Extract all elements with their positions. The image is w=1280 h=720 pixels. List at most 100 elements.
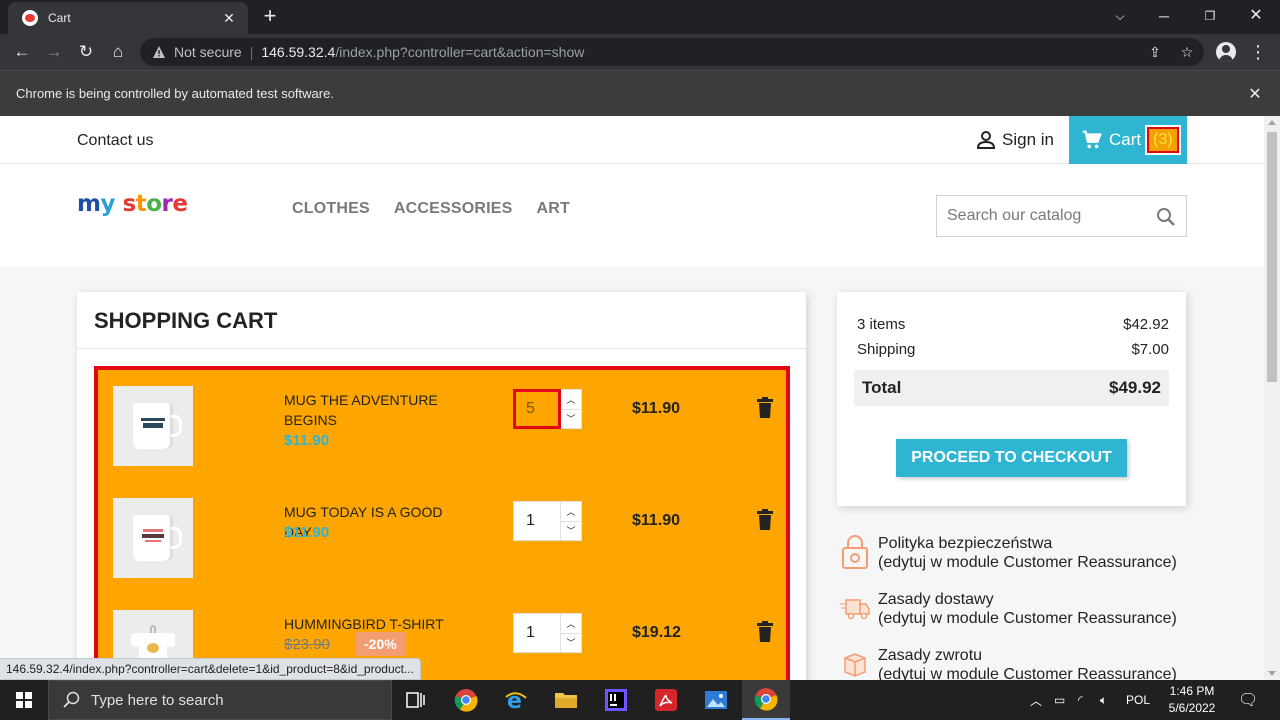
omnibox-divider: |	[249, 44, 254, 60]
clock-date: 5/6/2022	[1168, 701, 1216, 715]
product-image[interactable]	[113, 386, 193, 466]
reassurance-item: Zasady zwrotu (edytuj w module Customer R…	[840, 646, 1200, 680]
taskbar-search-placeholder: Type here to search	[91, 691, 224, 709]
security-label: Not secure	[174, 44, 242, 60]
chevron-up-icon[interactable]: ︿	[561, 614, 581, 634]
page-scrollbar[interactable]	[1264, 116, 1280, 680]
product-name[interactable]: MUG THE ADVENTURE BEGINS	[284, 390, 454, 430]
address-bar[interactable]: Not secure | 146.59.32.4 /index.php?cont…	[140, 38, 1204, 66]
reassurance-sub: (edytuj w module Customer Reassurance)	[878, 610, 1177, 627]
delete-icon[interactable]	[756, 397, 774, 419]
reassurance-sub: (edytuj w module Customer Reassurance)	[878, 554, 1177, 571]
search-input[interactable]	[947, 207, 1147, 225]
quantity-input[interactable]: 1	[513, 501, 561, 541]
infobar-text: Chrome is being controlled by automated …	[16, 86, 334, 101]
volume-icon[interactable]: 🔈︎	[1100, 680, 1107, 720]
share-icon[interactable]: ⇪	[1146, 42, 1164, 62]
cart-items-list: MUG THE ADVENTURE BEGINS $11.90 5 ︿ ﹀ $11…	[94, 366, 790, 680]
minimize-icon[interactable]: ─	[1152, 4, 1176, 28]
bookmark-star-icon[interactable]: ☆	[1178, 42, 1196, 62]
quantity-input[interactable]: 5	[513, 389, 561, 429]
scroll-thumb[interactable]	[1267, 132, 1277, 382]
store-logo[interactable]: my store	[77, 191, 188, 217]
delete-icon[interactable]	[756, 621, 774, 643]
home-icon[interactable]: ⌂	[106, 40, 130, 64]
menu-item-clothes[interactable]: CLOTHES	[292, 200, 370, 218]
return-icon	[844, 653, 866, 677]
quantity-input[interactable]: 1	[513, 613, 561, 653]
contact-link[interactable]: Contact us	[77, 132, 153, 150]
new-tab-button[interactable]: +	[258, 5, 282, 29]
browser-toolbar: ← → ↻ ⌂ Not secure | 146.59.32.4 /index.…	[0, 34, 1280, 70]
chrome-active-icon[interactable]	[742, 680, 790, 720]
menu-item-art[interactable]: ART	[537, 200, 570, 218]
reassurance-title: Polityka bezpieczeństwa	[878, 535, 1053, 552]
scroll-up-icon[interactable]	[1268, 120, 1276, 125]
summary-items-row: 3 items $42.92	[857, 316, 1169, 333]
regular-price: $23.90	[284, 636, 330, 653]
profile-button[interactable]	[1214, 40, 1238, 64]
page-viewport: Contact us Sign in Cart (3) my store CLO…	[0, 116, 1264, 680]
lock-icon	[842, 535, 868, 569]
close-window-icon[interactable]: ✕	[1244, 4, 1268, 28]
summary-total-value: $49.92	[1109, 378, 1161, 397]
chevron-down-icon[interactable]: ﹀	[561, 522, 581, 541]
forward-icon[interactable]: →	[42, 40, 66, 64]
photos-icon[interactable]	[692, 680, 740, 720]
automation-infobar: Chrome is being controlled by automated …	[0, 70, 1280, 116]
battery-icon[interactable]: ▭	[1054, 680, 1065, 720]
cart-summary: 3 items $42.92 Shipping $7.00 Total $49.…	[837, 292, 1186, 506]
cart-count-badge: (3)	[1145, 125, 1181, 155]
search-icon	[63, 691, 80, 708]
summary-shipping-row: Shipping $7.00	[857, 341, 1169, 358]
summary-total-label: Total	[862, 378, 902, 397]
acrobat-icon[interactable]	[642, 680, 690, 720]
chrome-icon[interactable]	[442, 680, 490, 720]
menu-item-accessories[interactable]: ACCESSORIES	[394, 200, 513, 218]
windows-taskbar: Type here to search e ︿ ▭ ◜ 🔈︎ POL 1:46 …	[0, 680, 1280, 720]
search-icon[interactable]	[1156, 207, 1176, 227]
back-icon[interactable]: ←	[10, 40, 34, 64]
cart-line: MUG TODAY IS A GOOD DAY $11.90 1 ︿ ﹀ $11.…	[98, 482, 786, 594]
browser-tab[interactable]: Cart ✕	[8, 2, 248, 34]
infobar-close-icon[interactable]: ✕	[1246, 84, 1264, 104]
top-menu: CLOTHES ACCESSORIES ART	[292, 200, 570, 218]
chevron-down-icon[interactable]: ﹀	[561, 410, 581, 429]
chevron-up-icon[interactable]: ︿	[561, 390, 581, 410]
favicon-icon	[22, 10, 38, 26]
truck-icon	[840, 599, 870, 620]
edge-legacy-icon[interactable]: e	[492, 680, 540, 720]
notifications-icon[interactable]: 🗨︎	[1238, 680, 1258, 720]
header-nav: Contact us Sign in Cart (3)	[0, 116, 1264, 164]
tab-search-icon[interactable]: ⌵	[1108, 4, 1132, 28]
task-view-icon[interactable]	[392, 680, 440, 720]
reload-icon[interactable]: ↻	[74, 40, 98, 64]
summary-items-label: 3 items	[857, 316, 906, 333]
user-icon	[976, 131, 996, 149]
scroll-down-icon[interactable]	[1268, 671, 1276, 676]
tray-chevron-icon[interactable]: ︿	[1030, 680, 1042, 720]
product-name[interactable]: HUMMINGBIRD T-SHIRT	[284, 614, 454, 634]
taskbar-search[interactable]: Type here to search	[48, 680, 392, 720]
intellij-icon[interactable]	[592, 680, 640, 720]
menu-kebab-icon[interactable]: ⋮	[1246, 40, 1270, 64]
url-host: 146.59.32.4	[261, 44, 336, 60]
product-image[interactable]	[113, 498, 193, 578]
proceed-to-checkout-button[interactable]: PROCEED TO CHECKOUT	[896, 439, 1127, 477]
reassurance-title: Zasady dostawy	[878, 591, 994, 608]
chevron-up-icon[interactable]: ︿	[561, 502, 581, 522]
restore-icon[interactable]: ❐	[1198, 4, 1222, 28]
tab-close-icon[interactable]: ✕	[220, 10, 238, 27]
delete-icon[interactable]	[756, 509, 774, 531]
profile-icon	[1216, 42, 1236, 62]
line-total: $11.90	[632, 512, 681, 529]
file-explorer-icon[interactable]	[542, 680, 590, 720]
cart-button[interactable]: Cart (3)	[1069, 116, 1187, 164]
signin-link[interactable]: Sign in	[976, 130, 1054, 150]
clock[interactable]: 1:46 PM 5/6/2022	[1162, 683, 1222, 717]
wifi-icon[interactable]: ◜	[1078, 680, 1083, 720]
language-indicator[interactable]: POL	[1126, 680, 1150, 720]
start-button[interactable]	[0, 680, 48, 720]
chevron-down-icon[interactable]: ﹀	[561, 634, 581, 653]
tab-title: Cart	[48, 11, 71, 25]
